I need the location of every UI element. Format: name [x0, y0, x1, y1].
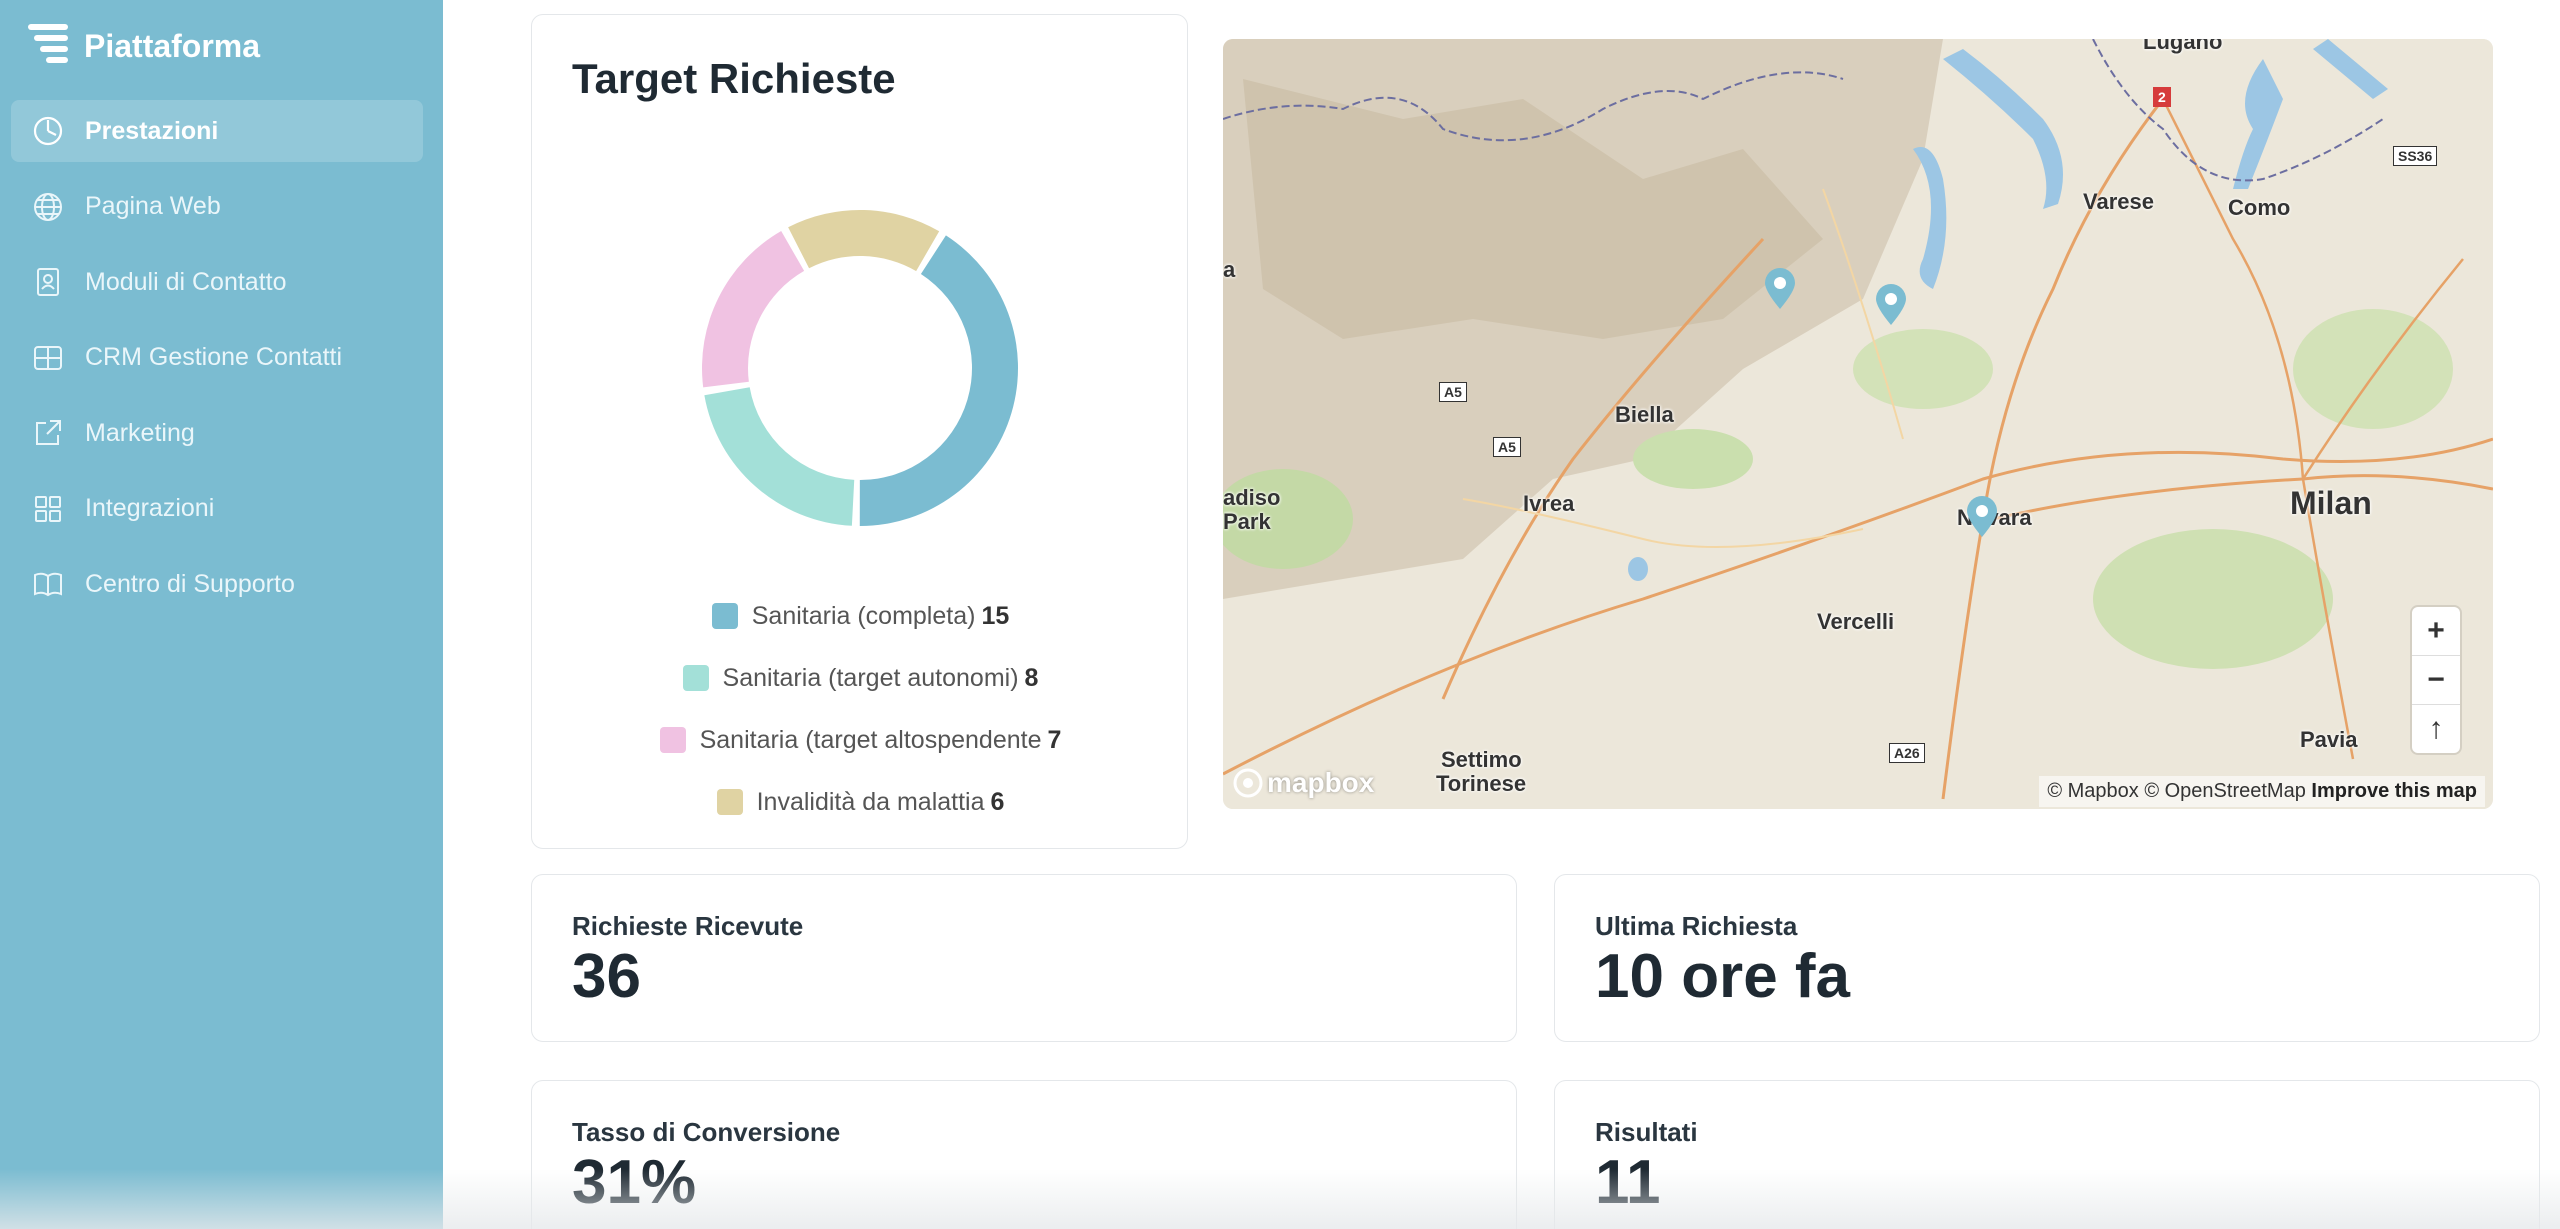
sidebar-item-label: Integrazioni — [85, 494, 215, 522]
road-shield-ss36: SS36 — [2393, 146, 2438, 166]
map-label-park: Park — [1223, 509, 1271, 534]
target-title: Target Richieste — [572, 55, 896, 102]
stat-label: Ultima Richiesta — [1595, 911, 1798, 941]
map-label-milan: Milan — [2290, 485, 2372, 521]
legend-item[interactable]: Invalidità da malattia 6 — [532, 771, 1189, 833]
map-label-ivrea: Ivrea — [1523, 491, 1575, 516]
stat-value: 31% — [572, 1148, 697, 1217]
globe-icon — [31, 190, 65, 224]
menu-logo-icon — [28, 22, 68, 71]
stat-label: Risultati — [1595, 1117, 1698, 1147]
sidebar-item-integrazioni[interactable]: Integrazioni — [11, 478, 423, 540]
brand-name: Piattaforma — [84, 28, 261, 64]
map-pin-icon[interactable] — [1763, 267, 1797, 311]
improve-map-link[interactable]: Improve this map — [2311, 780, 2477, 802]
road-shield-a5: A5 — [1439, 382, 1467, 402]
mapbox-logo-icon — [1233, 768, 1263, 798]
sidebar-item-centro-di-supporto[interactable]: Centro di Supporto — [11, 553, 423, 615]
book-icon — [31, 567, 65, 601]
main-content: Target Richieste Sanitaria (completa) 15… — [443, 0, 2560, 1229]
legend-item[interactable]: Sanitaria (target altospendente 7 — [532, 709, 1189, 771]
legend-swatch — [716, 789, 743, 815]
stat-card-risultati: Risultati 11 — [1554, 1080, 2540, 1229]
legend-swatch — [682, 665, 709, 691]
legend-value: 15 — [981, 601, 1010, 630]
sidebar-item-label: Centro di Supporto — [85, 569, 295, 598]
legend-label: Sanitaria (target altospendente — [699, 725, 1042, 754]
sidebar-item-label: Prestazioni — [85, 116, 219, 145]
map-label-vercelli: Vercelli — [1817, 609, 1895, 634]
sidebar-item-label: Pagina Web — [85, 192, 221, 220]
donut-slice-2[interactable] — [704, 387, 855, 526]
donut-slice-4[interactable] — [788, 210, 940, 272]
stat-card-ultima-richiesta: Ultima Richiesta 10 ore fa — [1554, 874, 2540, 1042]
stat-value: 10 ore fa — [1595, 942, 1851, 1011]
grid-icon — [31, 492, 65, 526]
brand[interactable]: Piattaforma — [28, 22, 260, 71]
contact-form-icon — [31, 265, 65, 299]
map-label-como: Como — [2228, 195, 2291, 220]
legend-label: Sanitaria (completa) — [751, 601, 976, 630]
map-label-pavia: Pavia — [2300, 727, 2358, 752]
stat-card-tasso-di-conversione: Tasso di Conversione 31% — [531, 1080, 1517, 1229]
compass-button[interactable]: ↑ — [2412, 705, 2460, 753]
legend-label: Sanitaria (target autonomi) — [722, 663, 1019, 692]
legend-item[interactable]: Sanitaria (target autonomi) 8 — [532, 647, 1189, 709]
share-icon — [31, 416, 65, 450]
map-tiles — [1223, 39, 2493, 809]
map-pin-icon[interactable] — [1874, 283, 1908, 327]
map-label-varese: Varese — [2083, 189, 2154, 214]
legend-value: 8 — [1024, 663, 1039, 692]
stat-value: 11 — [1595, 1148, 1661, 1217]
map-label-settimo: Settimo — [1441, 747, 1522, 772]
road-shield-a5: A5 — [1493, 437, 1521, 457]
map-label-lugano: Lugano — [2143, 39, 2223, 54]
attribution-text[interactable]: © Mapbox © OpenStreetMap — [2047, 780, 2306, 802]
map-label-torinese: Torinese — [1436, 771, 1527, 796]
zoom-out-button[interactable]: − — [2412, 656, 2460, 705]
sidebar: Piattaforma Prestazioni Pagina Web Modul… — [0, 0, 443, 1229]
sidebar-item-label: Marketing — [85, 418, 195, 447]
donut-chart — [702, 210, 1019, 526]
legend-swatch — [711, 603, 738, 629]
map[interactable]: Lugano Varese Como Biella Novara Milan I… — [1223, 39, 2493, 809]
map-label-biella: Biella — [1615, 402, 1674, 427]
legend-item[interactable]: Sanitaria (completa) 15 — [532, 585, 1189, 647]
target-card: Target Richieste Sanitaria (completa) 15… — [531, 14, 1188, 849]
stat-value: 36 — [572, 942, 641, 1011]
map-pin-icon[interactable] — [1965, 495, 1999, 539]
zoom-in-button[interactable]: + — [2412, 607, 2460, 656]
legend-swatch — [659, 727, 686, 753]
mapbox-logo-text: mapbox — [1267, 767, 1375, 798]
stat-label: Richieste Ricevute — [572, 911, 804, 941]
map-controls: + − ↑ — [2412, 607, 2460, 753]
donut-slice-3[interactable] — [702, 231, 805, 388]
map-attribution: © Mapbox © OpenStreetMap Improve this ma… — [2039, 776, 2485, 807]
legend-value: 7 — [1047, 725, 1062, 754]
sidebar-item-crm[interactable]: CRM Gestione Contatti — [11, 327, 423, 389]
sidebar-item-label: Moduli di Contatto — [85, 267, 287, 296]
sidebar-item-marketing[interactable]: Marketing — [11, 402, 423, 464]
sidebar-item-label: CRM Gestione Contatti — [85, 343, 343, 371]
road-shield-a26: A26 — [1889, 743, 1925, 763]
sidebar-item-moduli-di-contatto[interactable]: Moduli di Contatto — [11, 251, 423, 313]
map-label-parco: adiso — [1223, 485, 1281, 510]
legend-value: 6 — [990, 787, 1005, 816]
stat-label: Tasso di Conversione — [572, 1117, 841, 1147]
sidebar-nav: Prestazioni Pagina Web Moduli di Contatt… — [11, 100, 423, 629]
gauge-icon — [31, 114, 65, 148]
crm-icon — [31, 341, 65, 375]
sidebar-item-pagina-web[interactable]: Pagina Web — [11, 176, 423, 238]
donut-slice-1[interactable] — [859, 235, 1019, 526]
sidebar-item-prestazioni[interactable]: Prestazioni — [11, 100, 423, 162]
legend-label: Invalidità da malattia — [756, 787, 985, 816]
road-shield-2: 2 — [2153, 87, 2171, 107]
map-label-edge: a — [1223, 257, 1236, 282]
stat-card-richieste-ricevute: Richieste Ricevute 36 — [531, 874, 1517, 1042]
chart-legend: Sanitaria (completa) 15 Sanitaria (targe… — [532, 585, 1189, 833]
mapbox-logo[interactable]: mapbox — [1233, 767, 1374, 799]
